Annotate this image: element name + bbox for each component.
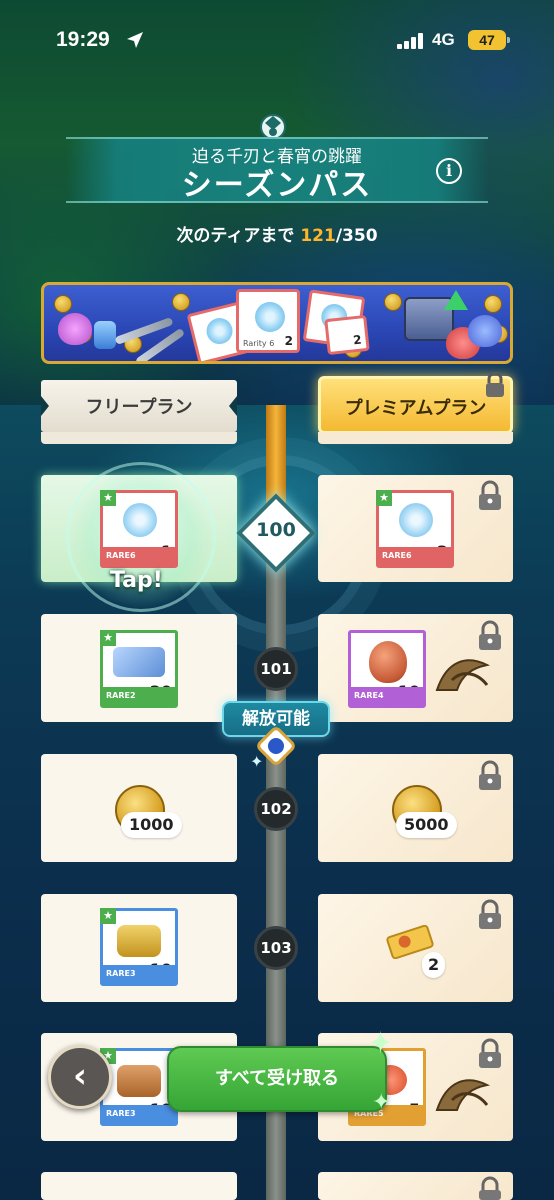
shell-icon (369, 641, 407, 683)
tier-node-103: 103 (254, 926, 298, 970)
tier-progress-current: 121 (300, 226, 336, 246)
coin-icon (384, 293, 402, 311)
free-column-header-base (41, 432, 237, 444)
crystal-flower-icon (123, 503, 157, 537)
premium-rewards-banner[interactable]: Rarity 6 2 2 (41, 282, 513, 364)
sparkle-icon: ✦ (372, 1090, 391, 1115)
dragon-icon (435, 1079, 491, 1111)
network-type: 4G (432, 30, 455, 49)
rarity-label: RARE4 (351, 687, 423, 705)
page-title: シーズンパス (181, 168, 373, 203)
lock-icon (479, 760, 501, 790)
free-reward-card-105[interactable] (41, 1172, 237, 1200)
reward-item-tile: ★ 20 RARE2 (100, 630, 178, 708)
upgrade-arrow-icon (444, 290, 468, 310)
lock-icon (479, 899, 501, 929)
rarity-card-small: 2 (324, 314, 370, 356)
claim-all-button[interactable]: すべて受け取る (167, 1046, 387, 1112)
sparkle-icon: ✦ (368, 1026, 394, 1061)
tier-progress: 次のティアまで 121/350 (0, 221, 554, 246)
premium-column-header-base (318, 432, 513, 444)
rarity-label: RARE2 (103, 687, 175, 705)
coin-icon (54, 295, 72, 313)
free-plan-label: フリープラン (85, 397, 193, 418)
star-badge-icon: ★ (376, 490, 392, 506)
tier-progress-total: /350 (335, 226, 378, 246)
paw-icon (268, 738, 284, 754)
lock-icon (486, 372, 504, 397)
current-tier-label: 100 (256, 519, 296, 541)
rarity-label: RARE3 (103, 1105, 175, 1123)
sparkle-icon: ✦ (250, 752, 264, 771)
info-button[interactable]: i (436, 158, 462, 184)
star-badge-icon: ★ (100, 490, 116, 506)
chevron-left-icon: ‹ (72, 1056, 87, 1096)
tier-progress-label: 次のティアまで (176, 226, 295, 246)
star-badge-icon: ★ (100, 908, 116, 924)
bottle-icon (94, 321, 116, 349)
cellular-signal-icon (397, 33, 423, 49)
copper-tool-icon (117, 1065, 161, 1097)
reward-item-tile: ★ 10 RARE3 (100, 908, 178, 986)
rarity-label: RARE6 (379, 547, 451, 565)
lock-icon (479, 1176, 501, 1200)
rarity-card-count: 2 (284, 334, 293, 348)
reward-item-tile: 10 RARE4 (348, 630, 426, 708)
rarity-card-label: Rarity 6 (243, 339, 275, 348)
lock-icon (479, 620, 501, 650)
tap-hint: Tap! (110, 568, 163, 593)
gold-tool-icon (117, 925, 161, 957)
battery-tip (507, 37, 510, 43)
rarity-label: RARE3 (103, 965, 175, 983)
location-arrow-icon (127, 32, 143, 48)
coin-icon (172, 293, 190, 311)
reward-count: 5000 (396, 812, 457, 838)
reward-item-tile: ★ 2 RARE6 (376, 490, 454, 568)
back-button[interactable]: ‹ (48, 1045, 112, 1109)
potion-icon (58, 313, 92, 345)
reward-item-tile: ★ 1 RARE6 (100, 490, 178, 568)
reward-count: 1000 (121, 812, 182, 838)
tier-node-102: 102 (254, 787, 298, 831)
coin-icon (484, 295, 502, 313)
lock-icon (479, 480, 501, 510)
crystal-flower-icon (399, 503, 433, 537)
status-bar: 19:29 4G 47 (0, 0, 554, 80)
battery-level: 47 (468, 30, 506, 50)
status-time: 19:29 (56, 28, 110, 51)
ore-icon (113, 647, 165, 677)
star-badge-icon: ★ (100, 630, 116, 646)
rarity-card-featured: Rarity 6 2 (236, 289, 300, 353)
pouch-icon (468, 315, 502, 347)
rarity-label: RARE6 (103, 547, 175, 565)
tier-node-101: 101 (254, 647, 298, 691)
reward-count: 2 (422, 952, 446, 978)
dragon-icon (435, 659, 491, 691)
lock-icon (479, 1038, 501, 1068)
rarity-card-count: 2 (352, 332, 363, 348)
